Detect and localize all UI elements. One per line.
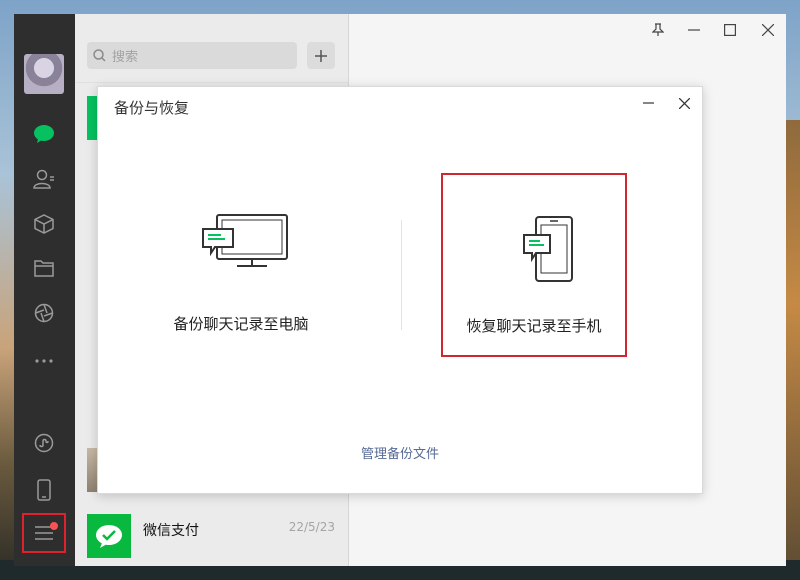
search-icon (93, 49, 106, 62)
menu-badge (50, 522, 58, 530)
chat-date: 22/5/23 (288, 520, 335, 534)
chat-item-wechat-pay[interactable]: 微信支付 22/5/23 (75, 504, 349, 566)
restore-to-phone-label: 恢复聊天记录至手机 (466, 317, 602, 335)
dialog-title: 备份与恢复 (114, 99, 190, 117)
backup-to-pc-label: 备份聊天记录至电脑 (173, 315, 309, 333)
manage-backup-files-link[interactable]: 管理备份文件 (98, 443, 702, 462)
backup-to-pc-option[interactable]: 备份聊天记录至电脑 (148, 173, 334, 357)
menu-highlight-box (22, 513, 66, 553)
phone-chat-icon (443, 215, 625, 285)
maximize-icon[interactable] (718, 20, 742, 40)
contacts-icon[interactable] (26, 161, 62, 197)
dialog-minimize-icon[interactable] (638, 93, 658, 113)
add-button[interactable] (307, 42, 335, 69)
files-icon[interactable] (26, 250, 62, 286)
miniprogram-icon[interactable] (26, 425, 62, 461)
close-icon[interactable] (756, 20, 780, 40)
favorites-icon[interactable] (26, 206, 62, 242)
search-input[interactable]: 搜索 (87, 42, 297, 69)
dialog-close-icon[interactable] (674, 93, 694, 113)
chat-name: 微信支付 (143, 523, 199, 539)
moments-icon[interactable] (26, 295, 62, 331)
nav-sidebar (14, 14, 75, 566)
pin-icon[interactable] (646, 20, 670, 40)
backup-restore-dialog: 备份与恢复 备份聊天记录至电脑 恢复聊天记录至手机 管理备份文件 (97, 86, 703, 494)
more-icon[interactable] (26, 343, 62, 379)
monitor-chat-icon (148, 213, 334, 273)
search-placeholder: 搜索 (112, 50, 139, 65)
wechat-pay-icon (87, 514, 131, 558)
chat-icon[interactable] (26, 116, 62, 152)
plus-icon (315, 49, 327, 62)
avatar[interactable] (24, 54, 64, 94)
phone-icon[interactable] (26, 472, 62, 508)
options-divider (401, 220, 402, 330)
restore-to-phone-option[interactable]: 恢复聊天记录至手机 (441, 173, 627, 357)
minimize-icon[interactable] (682, 20, 706, 40)
divider (75, 82, 349, 83)
